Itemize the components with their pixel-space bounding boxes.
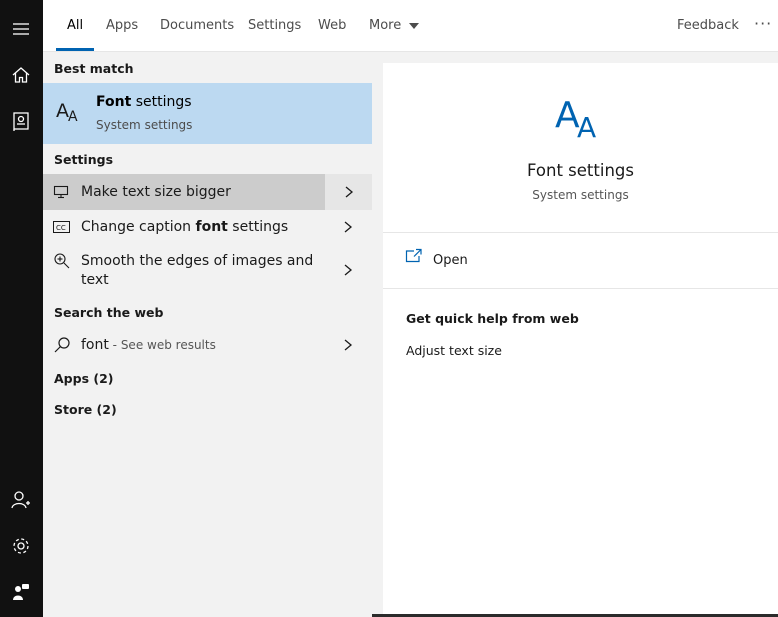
search-tab-bar: All Apps Documents Settings Web More Fee… <box>43 0 778 52</box>
best-match-item[interactable]: A A Font settings System settings <box>43 83 372 144</box>
results-pane: Best match A A Font settings System sett… <box>43 52 372 617</box>
svg-text:CC: CC <box>56 224 66 232</box>
search-icon <box>54 337 70 353</box>
web-result-label: font - See web results <box>81 337 216 353</box>
settings-item-make-text-bigger[interactable]: Make text size bigger <box>43 174 372 210</box>
chevron-right-icon[interactable] <box>343 339 353 351</box>
divider <box>383 232 778 233</box>
chevron-right-icon <box>345 186 354 198</box>
magnifier-plus-icon <box>54 253 70 269</box>
tab-web[interactable]: Web <box>318 18 346 33</box>
tab-more-label: More <box>369 18 402 33</box>
svg-text:A: A <box>577 111 596 143</box>
preview-pane: A A Font settings System settings Open G… <box>383 63 778 617</box>
web-result-item[interactable]: font - See web results <box>43 328 372 362</box>
settings-item-caption-font[interactable]: CC Change caption font settings <box>43 210 372 244</box>
cc-icon: CC <box>53 221 70 233</box>
tab-apps[interactable]: Apps <box>106 18 138 33</box>
tab-more[interactable]: More <box>369 18 420 33</box>
open-button[interactable]: Open <box>433 253 468 268</box>
chevron-right-icon[interactable] <box>343 221 353 233</box>
best-match-subtitle: System settings <box>96 118 193 132</box>
person-add-icon[interactable] <box>9 488 33 512</box>
settings-item-label: Change caption font settings <box>81 219 289 235</box>
search-web-header: Search the web <box>54 305 164 320</box>
settings-item-smooth-edges[interactable]: Smooth the edges of images and text <box>43 244 372 294</box>
feedback-hub-icon[interactable] <box>9 580 33 604</box>
settings-item-label: Smooth the edges of images and text <box>81 253 314 288</box>
tab-all[interactable]: All <box>67 18 83 33</box>
font-icon: A A <box>56 100 78 123</box>
gear-icon[interactable] <box>9 534 33 558</box>
quick-help-link[interactable]: Adjust text size <box>406 343 502 358</box>
active-tab-indicator <box>56 48 94 51</box>
settings-header: Settings <box>54 152 114 167</box>
preview-subtitle: System settings <box>532 188 629 202</box>
tab-documents[interactable]: Documents <box>160 18 234 33</box>
monitor-icon <box>53 185 69 199</box>
settings-item-label: Make text size bigger <box>81 184 231 200</box>
apps-header[interactable]: Apps (2) <box>54 371 114 386</box>
quick-help-header: Get quick help from web <box>406 311 579 326</box>
ellipsis-icon[interactable]: ··· <box>754 14 772 33</box>
home-icon[interactable] <box>9 63 33 87</box>
left-rail <box>0 0 43 617</box>
svg-text:A: A <box>68 109 78 123</box>
chevron-down-icon <box>409 22 420 29</box>
open-icon[interactable] <box>405 248 423 264</box>
open-details-button[interactable] <box>325 174 372 210</box>
notebook-icon[interactable] <box>9 109 33 133</box>
divider <box>383 288 778 289</box>
font-icon: A A <box>555 95 596 143</box>
feedback-link[interactable]: Feedback <box>677 18 739 33</box>
chevron-right-icon[interactable] <box>343 264 353 276</box>
tab-settings[interactable]: Settings <box>248 18 301 33</box>
best-match-header: Best match <box>54 61 134 76</box>
hamburger-icon[interactable] <box>9 17 33 41</box>
best-match-title: Font settings <box>96 94 192 110</box>
preview-title: Font settings <box>527 161 634 180</box>
store-header[interactable]: Store (2) <box>54 402 117 417</box>
